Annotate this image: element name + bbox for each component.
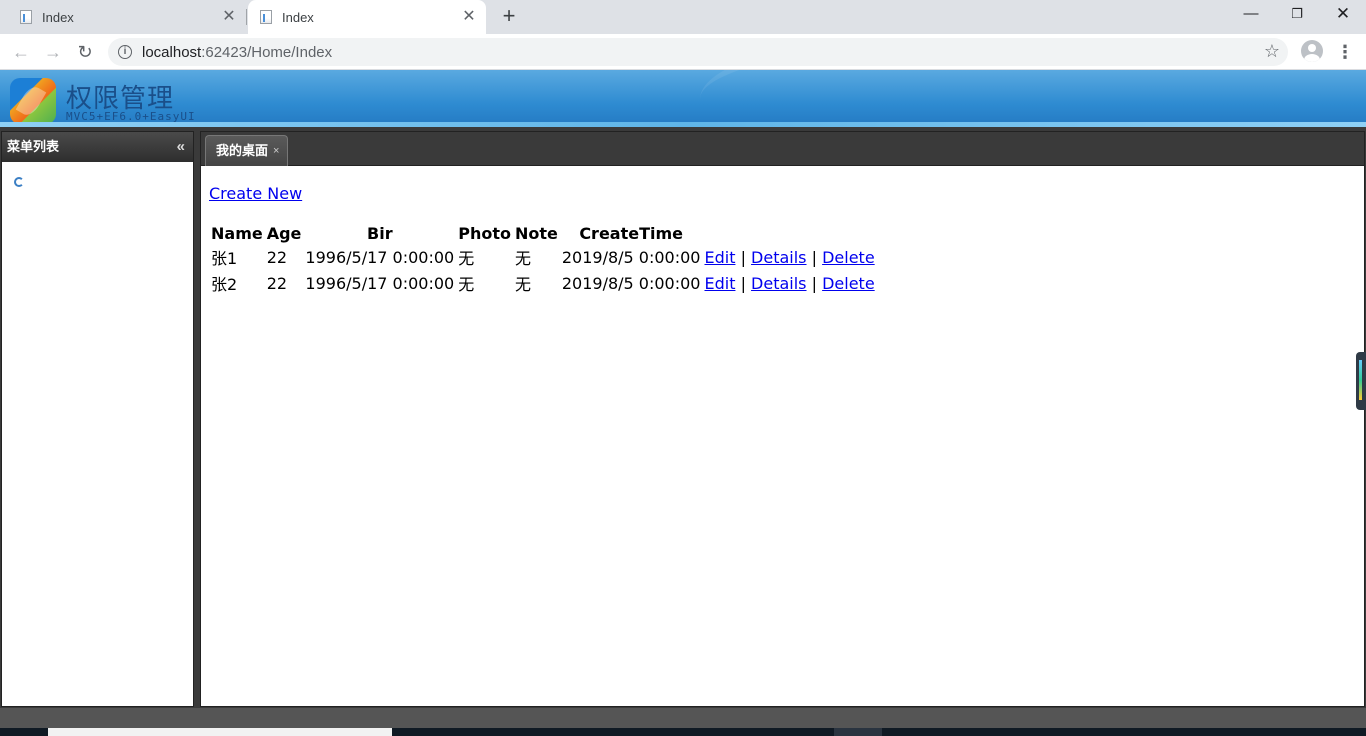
close-window-button[interactable]: ✕ [1320, 0, 1366, 30]
action-separator: | [740, 273, 746, 293]
back-arrow-icon[interactable]: ← [8, 39, 34, 65]
browser-tab-title: Index [282, 9, 314, 25]
tab-desktop[interactable]: 我的桌面 × [205, 135, 289, 166]
avatar-icon[interactable] [1301, 40, 1323, 62]
create-new-link[interactable]: Create New [209, 184, 302, 203]
cell-name: 张2 [211, 275, 238, 294]
cell-bir: 1996/5/17 0:00:00 [305, 247, 455, 267]
browser-tab-strip: Index ✕ Index ✕ + — ❐ ✕ [0, 0, 1366, 34]
menu-icon[interactable]: ⋮ [1336, 39, 1354, 65]
details-link[interactable]: Details [751, 248, 806, 267]
tab-close-icon[interactable]: ✕ [220, 8, 238, 26]
edit-link[interactable]: Edit [704, 274, 735, 293]
column-header-photo: Photo [458, 224, 511, 243]
main-tabs-bar: 我的桌面 × [201, 132, 1364, 166]
cell-photo: 无 [458, 275, 475, 294]
table-row: 张1 22 1996/5/17 0:00:00 无 无 2019/8/5 0:0… [209, 244, 877, 270]
browser-tab[interactable]: Index ✕ [8, 0, 246, 34]
cell-actions: Edit | Details | Delete [702, 244, 876, 270]
cell-createtime: 2019/8/5 0:00:00 [561, 247, 701, 267]
cell-age: 22 [266, 247, 288, 267]
tab-desktop-label: 我的桌面 [216, 143, 269, 158]
column-header-name: Name [211, 224, 263, 243]
action-separator: | [740, 247, 746, 267]
app-header-banner: 权限管理 MVC5+EF6.0+EasyUI [0, 70, 1366, 127]
edit-link[interactable]: Edit [704, 248, 735, 267]
forward-arrow-icon[interactable]: → [40, 39, 66, 65]
cell-name: 张1 [211, 249, 238, 268]
details-link[interactable]: Details [751, 274, 806, 293]
url-path: :62423/Home/Index [201, 43, 333, 61]
table-header-row: Name Age Bir Photo Note CreateTime [209, 223, 877, 244]
app-logo-icon [10, 78, 56, 124]
side-widget-handle[interactable] [1356, 352, 1366, 410]
cell-age: 22 [266, 273, 288, 293]
column-header-age: Age [266, 224, 302, 243]
new-tab-button[interactable]: + [498, 5, 520, 28]
column-header-note: Note [514, 224, 558, 243]
page-favicon-icon [20, 10, 32, 24]
main-panel: 我的桌面 × Create New Name Age Bir Photo Not… [200, 131, 1365, 707]
taskbar-app-item[interactable] [834, 728, 882, 736]
browser-tab-active[interactable]: Index ✕ [248, 0, 486, 34]
address-bar[interactable]: i localhost:62423/Home/Index ☆ [108, 38, 1288, 66]
sidebar-panel: 菜单列表 « [1, 131, 194, 707]
action-separator: | [811, 247, 817, 267]
delete-link[interactable]: Delete [822, 274, 875, 293]
tab-close-icon[interactable]: × [273, 136, 279, 166]
cell-photo: 无 [458, 249, 475, 268]
action-separator: | [811, 273, 817, 293]
url-host: localhost [142, 43, 202, 61]
browser-toolbar: ← → ↻ i localhost:62423/Home/Index ☆ ⋮ [0, 34, 1366, 70]
tab-close-icon[interactable]: ✕ [460, 8, 478, 26]
os-taskbar [0, 728, 1366, 736]
restore-button[interactable]: ❐ [1274, 0, 1320, 30]
loading-spinner-icon [14, 177, 24, 187]
tab-divider [246, 9, 247, 25]
taskbar-search-box[interactable] [48, 728, 392, 736]
cell-actions: Edit | Details | Delete [702, 270, 876, 296]
column-header-bir: Bir [367, 224, 393, 243]
page-favicon-icon [260, 10, 272, 24]
collapse-icon[interactable]: « [177, 132, 185, 162]
minimize-button[interactable]: — [1228, 0, 1274, 30]
info-icon[interactable]: i [118, 45, 132, 59]
reload-icon[interactable]: ↻ [72, 39, 98, 65]
column-header-createtime: CreateTime [579, 224, 684, 243]
browser-tab-title: Index [42, 9, 74, 25]
records-table: Name Age Bir Photo Note CreateTime 张1 22… [209, 223, 877, 296]
star-icon[interactable]: ☆ [1264, 41, 1280, 62]
cell-bir: 1996/5/17 0:00:00 [305, 273, 455, 293]
delete-link[interactable]: Delete [822, 248, 875, 267]
bottom-status-strip [0, 708, 1366, 728]
sidebar-title: 菜单列表 [7, 139, 60, 154]
column-header-actions [702, 223, 876, 244]
app-subtitle: MVC5+EF6.0+EasyUI [66, 110, 196, 123]
cell-note: 无 [514, 275, 531, 294]
cell-createtime: 2019/8/5 0:00:00 [561, 273, 701, 293]
table-row: 张2 22 1996/5/17 0:00:00 无 无 2019/8/5 0:0… [209, 270, 877, 296]
cell-note: 无 [514, 249, 531, 268]
main-content: Create New Name Age Bir Photo Note Creat… [209, 184, 877, 296]
sidebar-header: 菜单列表 « [2, 132, 193, 162]
